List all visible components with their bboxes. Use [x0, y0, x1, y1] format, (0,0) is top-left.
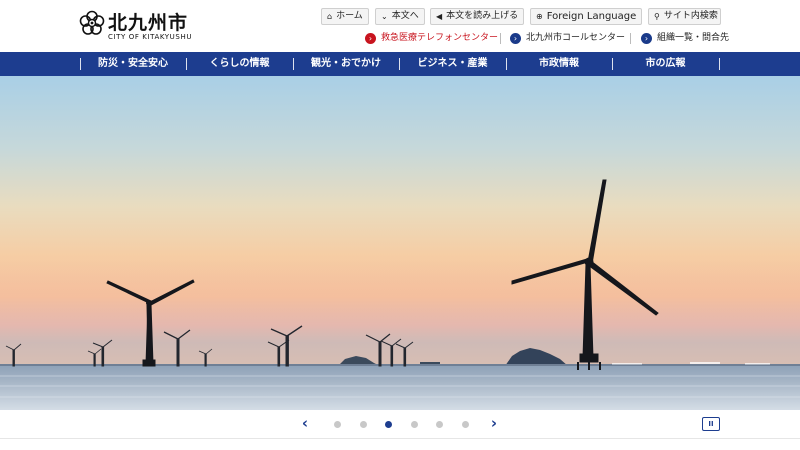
chevron-right-icon: ›: [641, 32, 652, 44]
nav-item-tourism[interactable]: 観光・おでかけ: [293, 52, 399, 76]
emergency-telephone-link[interactable]: › 救急医療テレフォンセンター: [365, 31, 498, 45]
site-search-button[interactable]: ⚲ サイト内検索: [648, 8, 721, 25]
divider: [0, 438, 800, 439]
global-nav: 防災・安全安心 くらしの情報 観光・おでかけ ビジネス・産業 市政情報 市の広報: [0, 52, 800, 76]
foreign-language-label: Foreign Language: [546, 11, 637, 22]
divider: [630, 33, 631, 44]
site-header: 北九州市 CITY OF KITAKYUSHU ⌂ ホーム ⌄ 本文へ ◀ 本文…: [0, 0, 800, 52]
chevron-right-icon: ›: [510, 32, 521, 44]
call-center-link[interactable]: › 北九州市コールセンター: [510, 31, 625, 45]
call-center-label: 北九州市コールセンター: [526, 33, 626, 43]
carousel-dot[interactable]: [436, 421, 443, 428]
read-aloud-button[interactable]: ◀ 本文を読み上げる: [430, 8, 524, 25]
skip-down-icon: ⌄: [381, 12, 388, 21]
globe-icon: ⊕: [536, 12, 543, 21]
nav-item-disaster-safety[interactable]: 防災・安全安心: [80, 52, 186, 76]
search-icon: ⚲: [654, 12, 660, 21]
emergency-telephone-label: 救急医療テレフォンセンター: [381, 33, 499, 43]
foreign-language-button[interactable]: ⊕ Foreign Language: [530, 8, 642, 25]
carousel-dot[interactable]: [334, 421, 341, 428]
logo-title: 北九州市: [108, 12, 189, 34]
carousel-controls: ‹ › II: [0, 410, 800, 438]
nav-item-city-government[interactable]: 市政情報: [506, 52, 612, 76]
read-aloud-label: 本文を読み上げる: [446, 11, 519, 21]
home-label: ホーム: [336, 11, 363, 21]
carousel-dot[interactable]: [385, 421, 392, 428]
nav-item-living[interactable]: くらしの情報: [186, 52, 293, 76]
nav-divider: [719, 58, 720, 70]
speaker-icon: ◀: [436, 12, 443, 21]
home-button[interactable]: ⌂ ホーム: [321, 8, 369, 25]
skip-to-content-button[interactable]: ⌄ 本文へ: [375, 8, 425, 25]
nav-item-public-relations[interactable]: 市の広報: [612, 52, 719, 76]
carousel-prev-button[interactable]: ‹: [298, 415, 312, 431]
offshore-wind-farm-image: [0, 76, 800, 410]
city-emblem-icon: [79, 10, 105, 35]
carousel-dot[interactable]: [359, 421, 367, 428]
carousel-pause-button[interactable]: II: [702, 417, 720, 431]
organization-list-link[interactable]: › 組織一覧・問合先: [641, 31, 729, 45]
carousel-dot[interactable]: [410, 421, 418, 428]
carousel-next-button[interactable]: ›: [487, 415, 501, 431]
divider: [500, 33, 501, 44]
hero-slide-image: [0, 76, 800, 410]
skip-to-content-label: 本文へ: [391, 11, 419, 21]
home-icon: ⌂: [327, 12, 333, 21]
site-logo[interactable]: 北九州市 CITY OF KITAKYUSHU: [79, 8, 199, 46]
site-search-label: サイト内検索: [663, 11, 718, 21]
carousel-dot[interactable]: [461, 421, 469, 428]
nav-item-business[interactable]: ビジネス・産業: [399, 52, 506, 76]
logo-subtitle: CITY OF KITAKYUSHU: [108, 33, 193, 41]
organization-list-label: 組織一覧・問合先: [657, 33, 730, 43]
chevron-right-icon: ›: [365, 32, 376, 44]
